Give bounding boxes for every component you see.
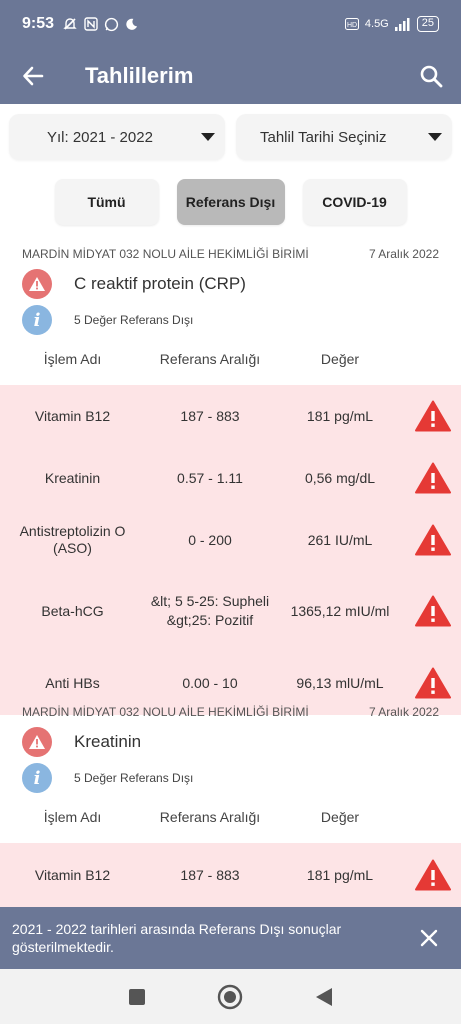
filters: Yıl: 2021 - 2022 Tahlil Tarihi Seçiniz bbox=[9, 114, 452, 160]
alert-triangle-icon bbox=[405, 400, 461, 432]
signal-icon bbox=[394, 17, 410, 31]
year-dropdown-value: Yıl: 2021 - 2022 bbox=[47, 128, 153, 146]
test-range: 0.00 - 10 bbox=[182, 674, 238, 691]
test-range: 0 - 200 bbox=[188, 531, 232, 548]
date-dropdown-value: Tahlil Tarihi Seçiniz bbox=[260, 128, 387, 146]
column-range: Referans Aralığı bbox=[159, 351, 261, 367]
page-title: Tahlillerim bbox=[85, 63, 194, 88]
result-rows: Vitamin B12 187 - 883 181 pg/mL Kreatini… bbox=[0, 385, 461, 715]
system-nav-bar bbox=[0, 969, 461, 1024]
status-bar: 9:53 HD 4.5G 25 bbox=[0, 0, 461, 48]
result-subtitle-row: i 5 Değer Referans Dışı bbox=[0, 763, 461, 793]
test-name: Vitamin B12 bbox=[34, 407, 111, 424]
home-button[interactable] bbox=[215, 982, 245, 1012]
snackbar-close-button[interactable] bbox=[409, 918, 449, 958]
year-dropdown[interactable]: Yıl: 2021 - 2022 bbox=[9, 114, 225, 160]
search-button[interactable] bbox=[403, 48, 459, 104]
test-value: 181 pg/mL bbox=[306, 867, 374, 883]
column-name: İşlem Adı bbox=[43, 351, 102, 367]
warning-icon bbox=[22, 727, 52, 757]
nfc-icon bbox=[84, 17, 98, 31]
result-subtitle: 5 Değer Referans Dışı bbox=[74, 771, 194, 785]
home-circle-icon bbox=[218, 984, 243, 1009]
result-card-header: MARDİN MİDYAT 032 NOLU AİLE HEKİMLİĞİ Bİ… bbox=[0, 705, 461, 719]
square-icon bbox=[128, 988, 145, 1005]
recents-button[interactable] bbox=[122, 982, 152, 1012]
whatsapp-icon bbox=[104, 17, 119, 31]
result-date: 7 Aralık 2022 bbox=[368, 247, 439, 261]
test-value: 1365,12 mIU/ml bbox=[290, 603, 390, 619]
tab-all[interactable]: Tümü bbox=[54, 179, 159, 225]
table-row[interactable]: Vitamin B12 187 - 883 181 pg/mL bbox=[0, 843, 461, 907]
table-row[interactable]: Beta-hCG &lt; 5 5-25: Supheli &gt;25: Po… bbox=[0, 571, 461, 651]
svg-text:HD: HD bbox=[347, 22, 357, 29]
search-icon bbox=[420, 65, 443, 88]
tab-out-of-reference[interactable]: Referans Dışı bbox=[176, 179, 285, 225]
column-value: Değer bbox=[320, 809, 360, 825]
battery-indicator: 25 bbox=[416, 16, 439, 32]
tab-covid19[interactable]: COVID-19 bbox=[302, 179, 407, 225]
result-title-row: Kreatinin bbox=[0, 727, 461, 757]
test-value: 96,13 mlU/mL bbox=[296, 675, 384, 691]
mute-icon bbox=[63, 18, 77, 30]
test-name: Kreatinin bbox=[44, 469, 101, 486]
volte-icon: HD bbox=[344, 18, 359, 30]
result-title-row: C reaktif protein (CRP) bbox=[0, 269, 461, 299]
table-row[interactable]: Kreatinin 0.57 - 1.11 0,56 mg/dL bbox=[0, 447, 461, 509]
info-icon: i bbox=[22, 305, 52, 335]
close-icon bbox=[420, 929, 438, 947]
column-value: Değer bbox=[320, 351, 360, 367]
result-card-header: MARDİN MİDYAT 032 NOLU AİLE HEKİMLİĞİ Bİ… bbox=[0, 247, 461, 261]
status-notification-icons bbox=[62, 16, 138, 32]
status-right: HD 4.5G 25 bbox=[344, 16, 439, 32]
date-dropdown[interactable]: Tahlil Tarihi Seçiniz bbox=[236, 114, 452, 160]
warning-icon bbox=[22, 269, 52, 299]
table-row[interactable]: Antistreptolizin O (ASO) 0 - 200 261 IU/… bbox=[0, 509, 461, 571]
caret-down-icon bbox=[201, 133, 215, 141]
snackbar-message: 2021 - 2022 tarihleri arasında Referans … bbox=[12, 921, 342, 955]
test-value: 261 IU/mL bbox=[307, 532, 373, 548]
alert-triangle-icon bbox=[405, 524, 461, 556]
table-row[interactable]: Vitamin B12 187 - 883 181 pg/mL bbox=[0, 385, 461, 447]
caret-down-icon bbox=[428, 133, 442, 141]
arrow-left-icon bbox=[23, 66, 44, 86]
test-name: Vitamin B12 bbox=[34, 866, 111, 883]
network-type: 4.5G bbox=[364, 18, 389, 30]
table-header: İşlem Adı Referans Aralığı Değer bbox=[0, 347, 461, 371]
test-range: &lt; 5 5-25: Supheli &gt;25: Pozitif bbox=[150, 593, 270, 628]
alert-triangle-icon bbox=[405, 667, 461, 699]
alert-triangle-icon bbox=[405, 462, 461, 494]
test-value: 0,56 mg/dL bbox=[304, 470, 376, 486]
test-range: 187 - 883 bbox=[180, 866, 240, 883]
result-date: 7 Aralık 2022 bbox=[368, 705, 439, 719]
snackbar: 2021 - 2022 tarihleri arasında Referans … bbox=[0, 907, 461, 969]
result-card: MARDİN MİDYAT 032 NOLU AİLE HEKİMLİĞİ Bİ… bbox=[0, 247, 461, 715]
back-nav-button[interactable] bbox=[309, 982, 339, 1012]
result-title: Kreatinin bbox=[74, 732, 142, 751]
facility-name: MARDİN MİDYAT 032 NOLU AİLE HEKİMLİĞİ Bİ… bbox=[22, 705, 309, 719]
alert-triangle-icon bbox=[405, 595, 461, 627]
test-range: 187 - 883 bbox=[180, 407, 240, 424]
test-name: Antistreptolizin O (ASO) bbox=[19, 523, 126, 556]
triangle-back-icon bbox=[316, 987, 333, 1006]
column-name: İşlem Adı bbox=[43, 809, 102, 825]
facility-name: MARDİN MİDYAT 032 NOLU AİLE HEKİMLİĞİ Bİ… bbox=[22, 247, 309, 261]
test-value: 181 pg/mL bbox=[306, 408, 374, 424]
moon-icon bbox=[126, 18, 138, 30]
test-name: Beta-hCG bbox=[41, 602, 104, 619]
result-subtitle-row: i 5 Değer Referans Dışı bbox=[0, 305, 461, 335]
info-icon: i bbox=[22, 763, 52, 793]
back-button[interactable] bbox=[5, 48, 61, 104]
alert-triangle-icon bbox=[405, 859, 461, 891]
result-subtitle: 5 Değer Referans Dışı bbox=[74, 313, 194, 327]
status-time: 9:53 bbox=[22, 15, 55, 32]
result-title: C reaktif protein (CRP) bbox=[74, 274, 246, 293]
app-bar: Tahlillerim bbox=[0, 48, 461, 104]
test-range: 0.57 - 1.11 bbox=[177, 469, 243, 486]
column-range: Referans Aralığı bbox=[159, 809, 261, 825]
filter-tabs: Tümü Referans Dışı COVID-19 bbox=[0, 179, 461, 225]
table-header: İşlem Adı Referans Aralığı Değer bbox=[0, 805, 461, 829]
test-name: Anti HBs bbox=[45, 674, 100, 691]
